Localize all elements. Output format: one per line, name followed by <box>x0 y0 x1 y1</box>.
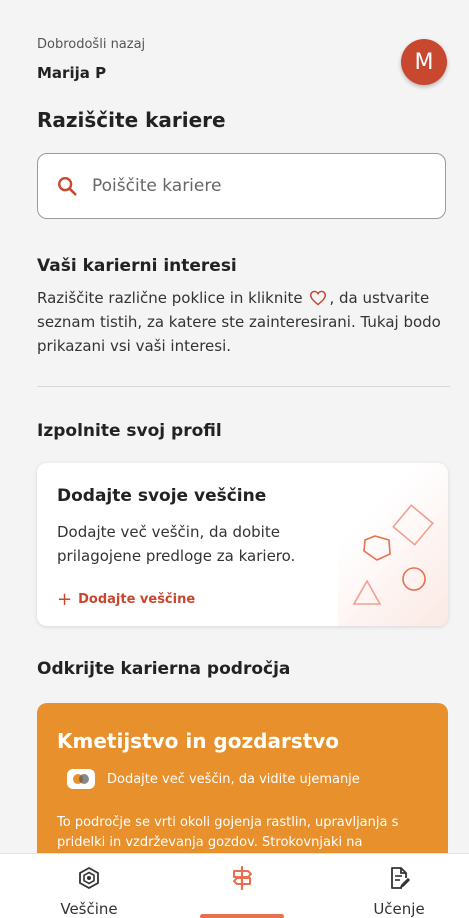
area-match-row: Dodajte več veščin, da vidite ujemanje <box>67 769 360 789</box>
avatar[interactable]: M <box>401 39 447 85</box>
heart-icon <box>310 290 327 306</box>
card-title: Dodajte svoje veščine <box>57 486 267 506</box>
nav-careers[interactable] <box>200 854 284 918</box>
search-icon <box>58 177 77 196</box>
card-text: Dodajte več veščin, da dobite prilagojen… <box>57 523 296 565</box>
area-match-text: Dodajte več veščin, da vidite ujemanje <box>107 771 360 787</box>
document-edit-icon <box>391 867 410 889</box>
area-title: Kmetijstvo in gozdarstvo <box>57 729 340 753</box>
page-title: Raziščite kariere <box>37 108 226 132</box>
welcome-text: Dobrodošli nazaj <box>37 37 146 52</box>
screen: Dobrodošli nazaj Marija P M Raziščite ka… <box>0 0 469 918</box>
skills-icon <box>79 866 99 890</box>
decorative-shapes-icon <box>352 504 434 605</box>
nav-skills-label: Veščine <box>60 900 118 918</box>
interests-text-start: Raziščite različne poklice in kliknite <box>37 289 303 307</box>
match-toggle-icon <box>67 769 95 789</box>
user-name: Marija P <box>37 64 107 82</box>
add-skills-label: Dodajte veščine <box>78 592 196 607</box>
nav-learning[interactable]: Učenje <box>364 854 434 918</box>
bottom-navigation: Veščine Učenje <box>0 853 469 918</box>
add-skills-button[interactable]: + Dodajte veščine <box>57 589 195 610</box>
area-description: To področje se vrti okoli gojenja rastli… <box>57 815 399 850</box>
section-divider <box>37 386 450 387</box>
interests-title: Vaši karierni interesi <box>37 256 237 276</box>
plus-icon: + <box>57 589 73 610</box>
search-placeholder: Poiščite kariere <box>92 176 222 196</box>
active-tab-indicator <box>200 914 284 918</box>
add-skills-card[interactable]: Dodajte svoje veščine Dodajte več veščin… <box>37 463 448 626</box>
nav-skills[interactable]: Veščine <box>55 854 123 918</box>
profile-section-title: Izpolnite svoj profil <box>37 421 222 441</box>
areas-section-title: Odkrijte karierna področja <box>37 659 291 679</box>
interests-description: Raziščite različne poklice in kliknite ,… <box>37 286 457 358</box>
search-input[interactable]: Poiščite kariere <box>37 153 446 219</box>
nav-learning-label: Učenje <box>373 900 425 918</box>
signpost-icon <box>233 866 252 890</box>
